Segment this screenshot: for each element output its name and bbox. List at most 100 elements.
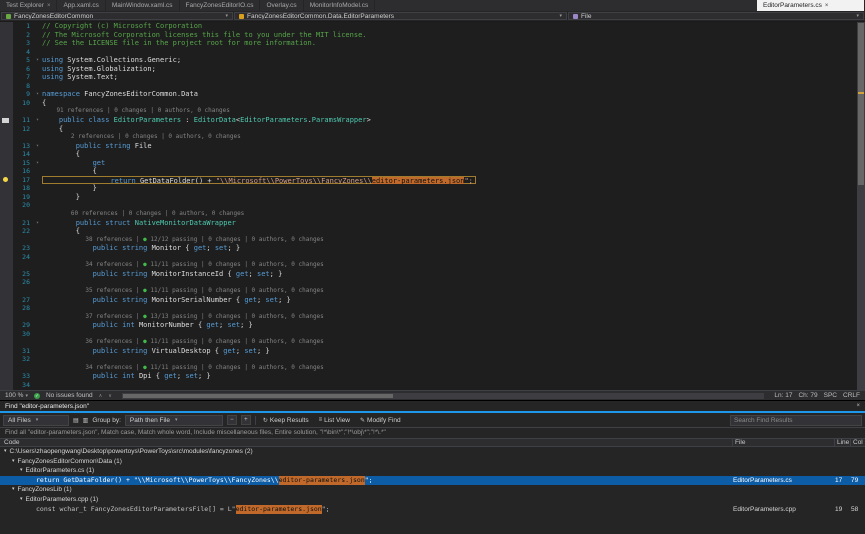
code-text[interactable]: using System.Globalization;	[42, 65, 857, 74]
fold-chevron-icon[interactable]: ▾	[33, 56, 42, 65]
code-text[interactable]: public string MonitorSerialNumber { get;…	[42, 296, 857, 305]
health-status[interactable]: No issues found	[46, 392, 93, 399]
close-icon[interactable]: ×	[856, 403, 860, 409]
result-row[interactable]: return GetDataFolder() + "\\Microsoft\\P…	[0, 476, 865, 486]
results-group-row[interactable]: ▾EditorParameters.cpp (1)	[0, 495, 865, 505]
code-text[interactable]: using System.Text;	[42, 73, 857, 82]
list-view-button[interactable]: ≡ List View	[316, 415, 353, 426]
code-text[interactable]	[42, 278, 857, 287]
scrollbar-thumb[interactable]	[123, 394, 393, 398]
code-text[interactable]: public class EditorParameters : EditorDa…	[42, 116, 857, 125]
results-group-row[interactable]: ▾FancyZonesEditorCommon\Data (1)	[0, 457, 865, 467]
code-text[interactable]: }	[42, 193, 857, 202]
tree-expand-icon[interactable]: ▾	[12, 457, 15, 467]
close-icon[interactable]: ×	[47, 3, 51, 9]
code-editor[interactable]: 1// Copyright (c) Microsoft Corporation2…	[0, 22, 865, 390]
document-tab[interactable]: MainWindow.xaml.cs	[106, 0, 180, 11]
fold-chevron-icon[interactable]: ▾	[33, 159, 42, 168]
member-dropdown[interactable]: File ▾	[568, 12, 864, 20]
result-row[interactable]: const wchar_t FancyZonesEditorParameters…	[0, 505, 865, 515]
zoom-control[interactable]: 100 % ▾	[5, 392, 28, 399]
tree-expand-icon[interactable]: ▾	[20, 495, 23, 505]
tab-editorparameters-active[interactable]: EditorParameters.cs ×	[757, 0, 865, 11]
code-text[interactable]: }	[42, 184, 857, 193]
file-filter-dropdown[interactable]: All Files ▾	[3, 415, 69, 426]
code-text[interactable]: namespace FancyZonesEditorCommon.Data	[42, 90, 857, 99]
prev-issue-icon[interactable]: ∧	[99, 393, 103, 399]
fewer-groups-icon[interactable]: −	[227, 415, 237, 425]
next-issue-icon[interactable]: ∨	[108, 393, 112, 399]
results-group-row[interactable]: ▾FancyZonesLib (1)	[0, 485, 865, 495]
close-icon[interactable]: ×	[825, 3, 829, 9]
code-text[interactable]: 35 references | ● 11/11 passing | 0 chan…	[42, 287, 857, 296]
code-text[interactable]: public int MonitorNumber { get; set; }	[42, 321, 857, 330]
vertical-scrollbar[interactable]	[857, 22, 865, 390]
scrollbar-thumb[interactable]	[858, 23, 864, 185]
code-text[interactable]: 60 references | 0 changes | 0 authors, 0…	[42, 210, 857, 219]
results-group-row[interactable]: ▾C:\Users\zhaopengwang\Desktop\powertoys…	[0, 447, 865, 457]
modify-find-button[interactable]: ✎ Modify Find	[357, 415, 404, 426]
code-text[interactable]: 91 references | 0 changes | 0 authors, 0…	[42, 107, 857, 116]
find-panel-title-bar[interactable]: Find "editor-parameters.json" ×	[0, 401, 865, 413]
code-text[interactable]: // Copyright (c) Microsoft Corporation	[42, 22, 857, 31]
document-tab[interactable]: Overlay.cs	[260, 0, 303, 11]
code-text[interactable]: 36 references | ● 11/11 passing | 0 chan…	[42, 338, 857, 347]
code-text[interactable]: return GetDataFolder() + "\\Microsoft\\P…	[42, 176, 857, 185]
code-text[interactable]	[42, 253, 857, 262]
code-text[interactable]: public string MonitorInstanceId { get; s…	[42, 270, 857, 279]
code-text[interactable]: public struct NativeMonitorDataWrapper	[42, 219, 857, 228]
code-text[interactable]: {	[42, 167, 857, 176]
code-text[interactable]: using System.Collections.Generic;	[42, 56, 857, 65]
document-tab[interactable]: FancyZonesEditorIO.cs	[180, 0, 261, 11]
code-text[interactable]: 37 references | ● 13/13 passing | 0 chan…	[42, 313, 857, 322]
type-dropdown[interactable]: FancyZonesEditorCommon.Data.EditorParame…	[234, 12, 567, 20]
code-text[interactable]	[42, 381, 857, 390]
tree-expand-icon[interactable]: ▾	[4, 447, 7, 457]
code-text[interactable]: public string Monitor { get; set; }	[42, 244, 857, 253]
glyph-margin	[0, 278, 13, 287]
column-header-file[interactable]: File	[733, 439, 835, 446]
code-text[interactable]	[42, 355, 857, 364]
fold-chevron-icon[interactable]: ▾	[33, 90, 42, 99]
code-text[interactable]: public int Dpi { get; set; }	[42, 372, 857, 381]
code-text[interactable]: // The Microsoft Corporation licenses th…	[42, 31, 857, 40]
code-text[interactable]: {	[42, 150, 857, 159]
code-text[interactable]: 2 references | 0 changes | 0 authors, 0 …	[42, 133, 857, 142]
code-text[interactable]: public string VirtualDesktop { get; set;…	[42, 347, 857, 356]
code-text[interactable]: {	[42, 99, 857, 108]
code-text[interactable]: {	[42, 227, 857, 236]
code-text[interactable]: {	[42, 125, 857, 134]
code-text[interactable]: 34 references | ● 11/11 passing | 0 chan…	[42, 261, 857, 270]
code-text[interactable]: 38 references | ● 12/12 passing | 0 chan…	[42, 236, 857, 245]
more-groups-icon[interactable]: +	[241, 415, 251, 425]
lightbulb-icon[interactable]	[3, 177, 8, 182]
copy-results-icon[interactable]: ▤	[73, 417, 79, 424]
code-text[interactable]: 34 references | ● 11/11 passing | 0 chan…	[42, 364, 857, 373]
code-text[interactable]: get	[42, 159, 857, 168]
column-header-line[interactable]: Line	[835, 439, 851, 446]
column-header-col[interactable]: Col	[851, 439, 865, 446]
results-group-row[interactable]: ▾EditorParameters.cs (1)	[0, 466, 865, 476]
keep-results-button[interactable]: ↻ Keep Results	[260, 415, 312, 426]
document-tab[interactable]: Test Explorer×	[0, 0, 57, 11]
code-text[interactable]: public string File	[42, 142, 857, 151]
project-dropdown[interactable]: FancyZonesEditorCommon ▾	[1, 12, 233, 20]
document-tab[interactable]: MonitorInfoModel.cs	[304, 0, 376, 11]
fold-chevron-icon[interactable]: ▾	[33, 142, 42, 151]
search-find-results-input[interactable]	[730, 415, 862, 426]
group-by-dropdown[interactable]: Path then File ▾	[125, 415, 223, 426]
copy-paths-icon[interactable]: ▥	[83, 417, 89, 424]
fold-chevron-icon[interactable]: ▾	[33, 116, 42, 125]
fold-chevron-icon[interactable]: ▾	[33, 219, 42, 228]
code-text[interactable]: // See the LICENSE file in the project r…	[42, 39, 857, 48]
code-text[interactable]	[42, 48, 857, 57]
code-text[interactable]	[42, 82, 857, 91]
code-text[interactable]	[42, 201, 857, 210]
code-text[interactable]	[42, 330, 857, 339]
tree-expand-icon[interactable]: ▾	[20, 466, 23, 476]
horizontal-scrollbar[interactable]	[122, 393, 764, 399]
document-tab[interactable]: App.xaml.cs	[57, 0, 105, 11]
column-header-code[interactable]: Code	[0, 439, 733, 446]
code-text[interactable]	[42, 304, 857, 313]
tree-expand-icon[interactable]: ▾	[12, 485, 15, 495]
